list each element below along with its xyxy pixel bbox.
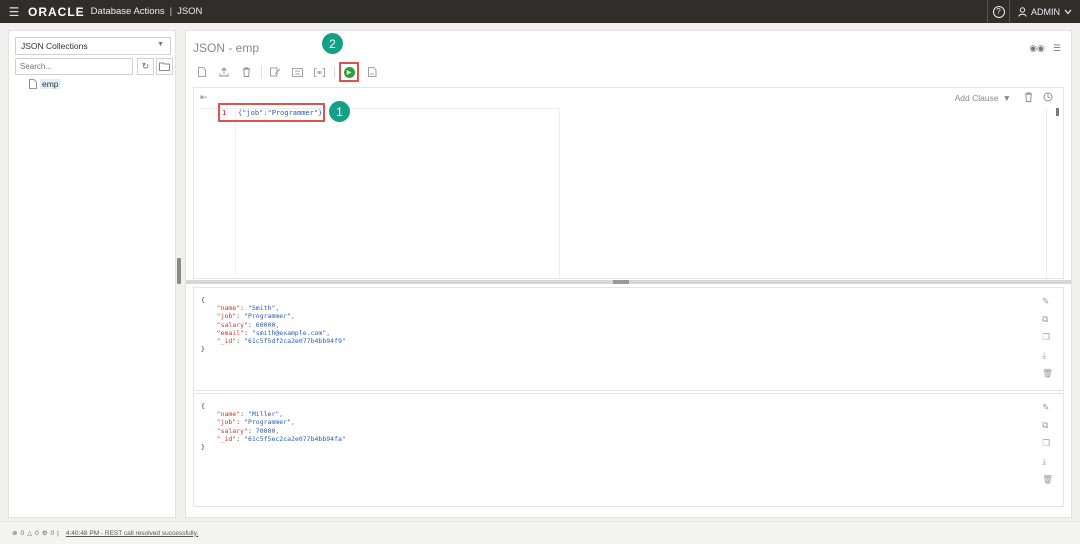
warning-count: 0 [35, 529, 39, 537]
editor-pane[interactable] [200, 108, 560, 279]
toolbar-divider [261, 66, 262, 78]
brackets-icon [313, 67, 325, 77]
filter-icon [291, 67, 303, 77]
warning-icon[interactable]: △ [27, 529, 32, 537]
line-number: 1 [222, 108, 227, 117]
oracle-logo: ORACLE [28, 4, 85, 19]
title-separator: | [169, 6, 173, 17]
query-code: {"job":"Programmer"} [238, 108, 323, 117]
new-folder-icon [159, 62, 170, 71]
gear-icon[interactable]: ⚙ [42, 529, 48, 537]
new-document-button[interactable] [193, 63, 211, 81]
qbe-button[interactable] [288, 63, 306, 81]
trash-icon[interactable]: 🗑 [1042, 368, 1053, 379]
delete-button[interactable] [237, 63, 255, 81]
list-settings-icon[interactable]: ☰ [1053, 43, 1061, 54]
document-icon [29, 79, 37, 89]
help-icon: ? [992, 5, 1005, 18]
caret-down-icon: ▼ [1002, 93, 1011, 103]
chevron-down-icon [1064, 9, 1072, 14]
help-button[interactable]: ? [987, 0, 1009, 23]
clone-icon[interactable]: ⧉ [1042, 420, 1053, 431]
collection-type-label: JSON Collections [21, 41, 88, 51]
clear-editor-icon[interactable] [1024, 92, 1033, 104]
error-count: 0 [20, 529, 25, 537]
product-name: Database Actions [90, 6, 165, 17]
error-icon[interactable]: ⊗ [12, 529, 17, 537]
toolbar: ▶ [193, 62, 385, 82]
clone-icon[interactable]: ⧉ [1042, 314, 1053, 325]
trash-icon[interactable]: 🗑 [1042, 474, 1053, 485]
collection-item-emp[interactable]: emp [29, 79, 61, 89]
user-menu-button[interactable]: ADMIN [1009, 0, 1080, 23]
collection-type-select[interactable]: JSON Collections ▼ [15, 37, 171, 55]
new-collection-button[interactable] [156, 58, 173, 75]
document-actions: ✎ ⧉ ❐ ⤓ 🗑 [1042, 296, 1053, 379]
status-separator: | [57, 529, 59, 537]
download-icon[interactable]: ⤓ [1042, 350, 1053, 361]
upload-icon [219, 67, 229, 77]
user-name: ADMIN [1031, 6, 1060, 17]
section-name: JSON [177, 6, 203, 17]
caret-down-icon: ▼ [157, 41, 164, 48]
top-bar: ☰ ORACLE Database Actions | JSON ? ADMIN [0, 0, 1080, 23]
edit-icon[interactable]: ✎ [1042, 402, 1053, 413]
user-icon [1018, 6, 1027, 17]
document-json: { "name": "Smith", "job": "Programmer", … [201, 296, 346, 354]
copy-icon[interactable]: ❐ [1042, 438, 1053, 449]
result-document[interactable]: { "name": "Smith", "job": "Programmer", … [193, 287, 1064, 391]
new-document-icon [198, 67, 206, 77]
editor-gutter [200, 109, 236, 279]
editor-scrollbar[interactable] [1056, 108, 1059, 116]
splitter-handle[interactable] [177, 258, 181, 284]
status-message[interactable]: 4:40:48 PM - REST call resolved successf… [66, 530, 198, 537]
refresh-icon: ↻ [141, 61, 150, 71]
status-bar: ⊗ 0 △ 0 ⚙ 0 | 4:40:48 PM - REST call res… [0, 521, 1080, 544]
upload-button[interactable] [215, 63, 233, 81]
refresh-button[interactable]: ↻ [137, 58, 154, 75]
editor-code-line[interactable]: 1 {"job":"Programmer"} [218, 103, 325, 122]
export-button[interactable] [363, 63, 381, 81]
run-query-button[interactable]: ▶ [339, 62, 359, 82]
document-actions: ✎ ⧉ ❐ ⤓ 🗑 [1042, 402, 1053, 485]
edit-document-icon [269, 67, 280, 77]
edit-document-button[interactable] [266, 63, 284, 81]
callout-badge: 2 [322, 33, 343, 54]
collapse-icon[interactable]: ⇤ [200, 92, 208, 103]
run-icon: ▶ [343, 66, 355, 78]
export-document-icon [367, 67, 376, 77]
add-clause-button[interactable]: Add Clause ▼ [955, 93, 1011, 103]
toolbar-divider [334, 66, 335, 78]
horizontal-splitter-handle[interactable] [613, 280, 629, 284]
copy-icon[interactable]: ❐ [1042, 332, 1053, 343]
page-title: JSON - emp [193, 41, 260, 55]
search-input[interactable] [15, 58, 133, 75]
view-options: ◉◉ ☰ [1029, 43, 1061, 54]
schema-button[interactable] [310, 63, 328, 81]
document-json: { "name": "Miller", "job": "Programmer",… [201, 402, 346, 452]
hamburger-menu-icon[interactable]: ☰ [0, 5, 28, 19]
collections-panel: JSON Collections ▼ ↻ emp [8, 30, 176, 518]
edit-icon[interactable]: ✎ [1042, 296, 1053, 307]
callout-badge: 1 [329, 101, 350, 122]
binoculars-icon[interactable]: ◉◉ [1029, 43, 1045, 54]
process-count: 0 [50, 529, 55, 537]
collection-label: emp [40, 79, 61, 89]
history-icon[interactable] [1043, 92, 1053, 104]
add-clause-label: Add Clause [954, 93, 999, 103]
download-icon[interactable]: ⤓ [1042, 456, 1053, 467]
editor-divider [1046, 108, 1047, 278]
trash-icon [242, 67, 250, 77]
result-document[interactable]: { "name": "Miller", "job": "Programmer",… [193, 393, 1064, 507]
